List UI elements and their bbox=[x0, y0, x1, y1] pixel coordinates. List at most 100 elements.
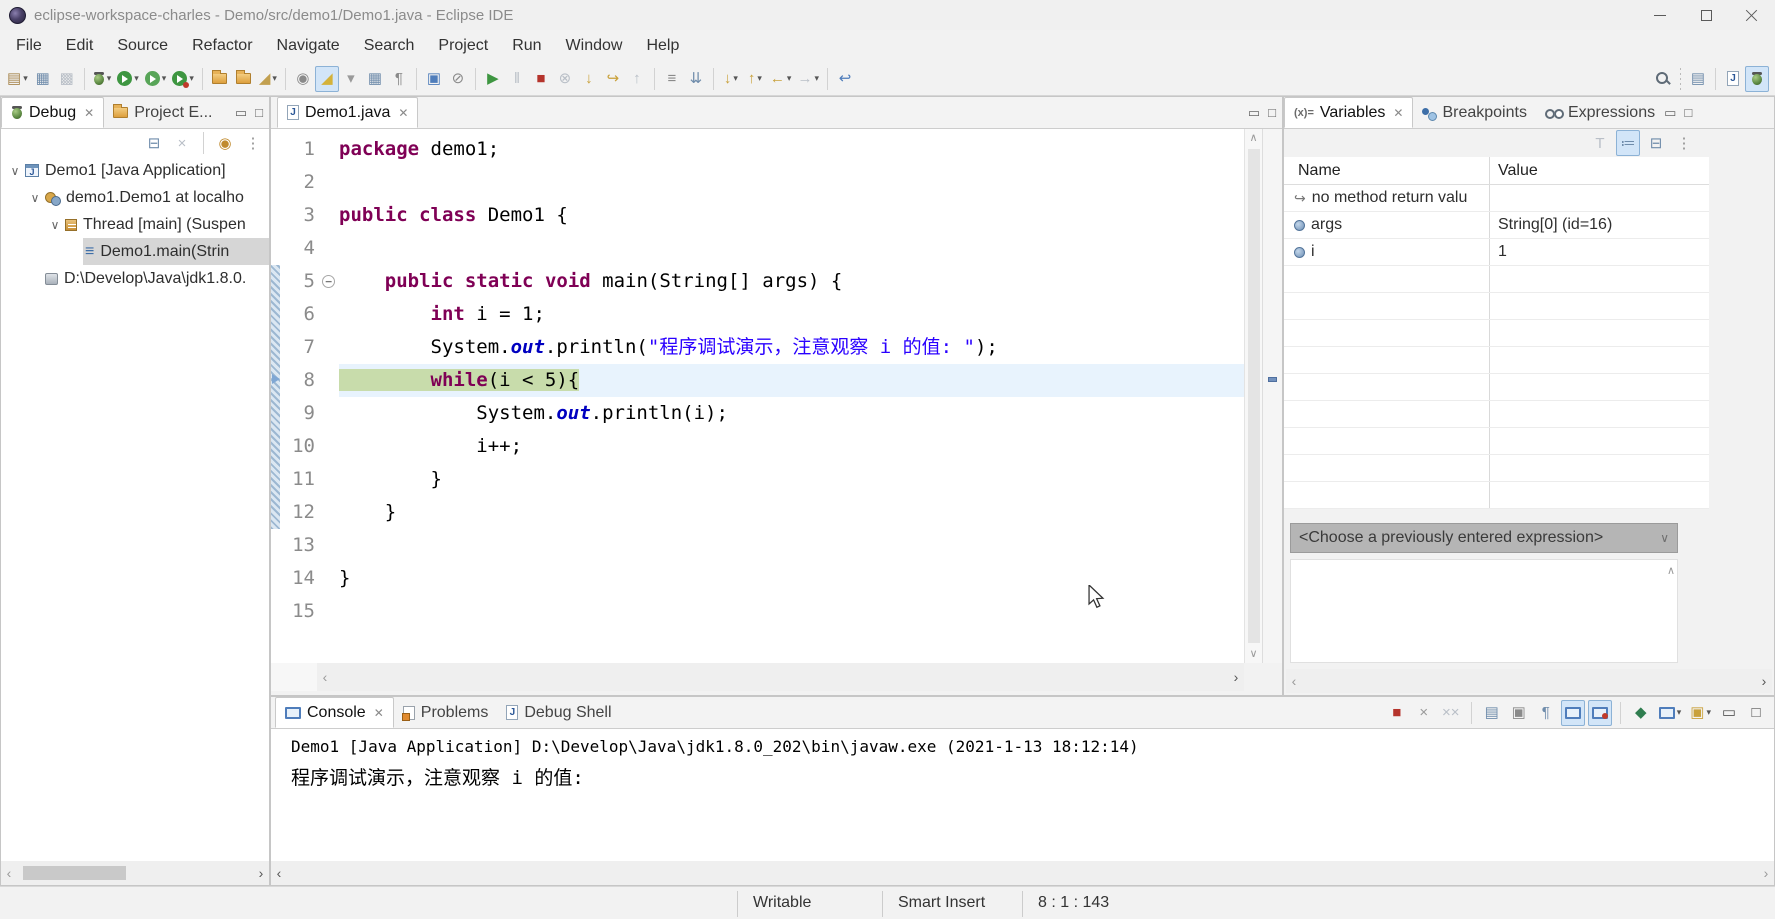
tab-close-icon[interactable]: ✕ bbox=[84, 106, 94, 120]
menu-search[interactable]: Search bbox=[352, 30, 427, 62]
variable-row[interactable] bbox=[1284, 320, 1709, 347]
toolbar-use-step-filters-button[interactable]: ⇊ bbox=[684, 66, 708, 92]
tree-item[interactable]: ∨demo1.Demo1 at localho bbox=[1, 184, 269, 211]
variables-view-view-menu-button[interactable]: ⋮ bbox=[1672, 130, 1696, 156]
dropdown-arrow-icon[interactable]: ▾ bbox=[107, 73, 112, 84]
tab-close-icon[interactable]: ✕ bbox=[398, 106, 408, 120]
toolbar-open-console-button[interactable]: ▣ bbox=[422, 66, 446, 92]
tab-debug-shell[interactable]: Debug Shell bbox=[497, 697, 620, 728]
dropdown-arrow-icon[interactable]: ▾ bbox=[134, 73, 139, 84]
variable-name-cell[interactable]: i bbox=[1284, 239, 1490, 265]
toolbar-forward-button[interactable]: →▾ bbox=[794, 66, 822, 92]
tree-item-body[interactable]: D:\Develop\Java\jdk1.8.0. bbox=[43, 265, 269, 292]
menu-navigate[interactable]: Navigate bbox=[265, 30, 352, 62]
toolbar-suspend-button[interactable]: ‖ bbox=[505, 66, 529, 92]
toolbar-open-perspective-button[interactable]: ▤ bbox=[1686, 66, 1710, 92]
fold-column[interactable] bbox=[321, 199, 339, 232]
toolbar-new-wizard-button[interactable]: ▤▾ bbox=[4, 66, 31, 92]
variable-value[interactable] bbox=[1490, 293, 1709, 319]
variable-detail-pane[interactable]: ∧ bbox=[1290, 559, 1678, 663]
tab-close-icon[interactable]: ✕ bbox=[374, 706, 384, 720]
toolbar-show-whitespace-button[interactable]: ¶ bbox=[387, 66, 411, 92]
line-number[interactable]: 11 bbox=[283, 463, 321, 496]
variables-view-show-logical-structures-button[interactable]: ≔ bbox=[1616, 130, 1640, 156]
scroll-left-icon[interactable]: ‹ bbox=[1, 861, 17, 885]
maximize-view-icon[interactable]: □ bbox=[1684, 106, 1692, 119]
scroll-right-icon[interactable]: › bbox=[1758, 861, 1774, 885]
console-clear-console-button[interactable]: ▤ bbox=[1480, 700, 1504, 726]
code-line-2[interactable]: 2 bbox=[283, 166, 1244, 199]
maximize-button[interactable] bbox=[1683, 0, 1729, 30]
column-header-value[interactable]: Value bbox=[1490, 157, 1709, 184]
dropdown-arrow-icon[interactable]: ▾ bbox=[1706, 707, 1711, 718]
code-line-7[interactable]: 7 System.out.println("程序调试演示，注意观察 i 的值: … bbox=[283, 331, 1244, 364]
toolbar-previous-annotation-button[interactable]: ↑▾ bbox=[743, 66, 767, 92]
fold-column[interactable] bbox=[321, 166, 339, 199]
expression-dropdown[interactable]: <Choose a previously entered expression>… bbox=[1290, 523, 1678, 553]
fold-column[interactable] bbox=[321, 595, 339, 628]
variable-value[interactable] bbox=[1490, 455, 1709, 481]
debug-horizontal-scrollbar[interactable]: ‹ › bbox=[1, 861, 269, 885]
line-number[interactable]: 4 bbox=[283, 232, 321, 265]
toolbar-new-table-button[interactable]: ▦ bbox=[363, 66, 387, 92]
code-line-10[interactable]: 10 i++; bbox=[283, 430, 1244, 463]
toolbar-next-annotation-button[interactable]: ↓▾ bbox=[719, 66, 743, 92]
toolbar-terminate-button[interactable]: ■ bbox=[529, 66, 553, 92]
tree-item[interactable]: D:\Develop\Java\jdk1.8.0. bbox=[1, 265, 269, 292]
fold-column[interactable] bbox=[321, 463, 339, 496]
menu-edit[interactable]: Edit bbox=[54, 30, 106, 62]
dropdown-arrow-icon[interactable]: ▾ bbox=[733, 73, 738, 84]
line-number[interactable]: 8 bbox=[283, 364, 321, 397]
dropdown-arrow-icon[interactable]: ▾ bbox=[189, 73, 194, 84]
code-line-1[interactable]: 1package demo1; bbox=[283, 133, 1244, 166]
fold-column[interactable] bbox=[321, 232, 339, 265]
menu-run[interactable]: Run bbox=[500, 30, 553, 62]
fold-column[interactable] bbox=[321, 364, 339, 397]
line-number[interactable]: 13 bbox=[283, 529, 321, 562]
code-line-12[interactable]: 12 } bbox=[283, 496, 1244, 529]
fold-column[interactable] bbox=[321, 133, 339, 166]
toolbar-run-button[interactable]: ▾ bbox=[114, 66, 142, 92]
console-terminate-console-button[interactable]: ■ bbox=[1385, 700, 1409, 726]
console-word-wrap-button[interactable]: ¶ bbox=[1534, 700, 1558, 726]
debug-view-debug-options-button[interactable]: ◉ bbox=[213, 130, 237, 156]
toolbar-last-edit-location-button[interactable]: ↩ bbox=[833, 66, 857, 92]
variables-horizontal-scrollbar[interactable]: ‹ › bbox=[1286, 669, 1772, 693]
console-show-on-stderr-button[interactable] bbox=[1588, 700, 1612, 726]
fold-column[interactable] bbox=[321, 529, 339, 562]
fold-column[interactable] bbox=[321, 397, 339, 430]
tree-expander-icon[interactable]: ∨ bbox=[27, 191, 43, 205]
line-number[interactable]: 10 bbox=[283, 430, 321, 463]
code-line-6[interactable]: 6 int i = 1; bbox=[283, 298, 1244, 331]
tab-project-explorer[interactable]: Project E... bbox=[104, 97, 221, 128]
tree-item-body[interactable]: demo1.Demo1 at localho bbox=[43, 184, 269, 211]
toolbar-mark-occurrences-button[interactable]: ◢ bbox=[315, 66, 339, 92]
toolbar-step-return-button[interactable]: ↑ bbox=[625, 66, 649, 92]
editor-horizontal-scrollbar[interactable]: ‹ › bbox=[271, 663, 1244, 691]
menu-project[interactable]: Project bbox=[426, 30, 500, 62]
toolbar-coverage-button[interactable]: ▾ bbox=[142, 66, 170, 92]
variables-view-show-type-names-button[interactable]: T bbox=[1588, 130, 1612, 156]
dropdown-arrow-icon[interactable]: ▾ bbox=[787, 73, 792, 84]
variable-value[interactable] bbox=[1490, 266, 1709, 292]
code-line-13[interactable]: 13 bbox=[283, 529, 1244, 562]
console-display-selected-console-button[interactable]: ▾ bbox=[1656, 700, 1685, 726]
maximize-view-icon[interactable]: □ bbox=[1268, 106, 1276, 119]
tab-console[interactable]: Console ✕ bbox=[275, 697, 394, 728]
fold-column[interactable] bbox=[321, 298, 339, 331]
tab-close-icon[interactable]: ✕ bbox=[1393, 106, 1403, 120]
variable-row[interactable] bbox=[1284, 266, 1709, 293]
scroll-left-icon[interactable]: ‹ bbox=[317, 665, 333, 689]
tab-debug[interactable]: Debug ✕ bbox=[1, 97, 104, 128]
close-button[interactable] bbox=[1729, 0, 1775, 30]
line-number[interactable]: 7 bbox=[283, 331, 321, 364]
debug-view-collapse-all-button[interactable]: ⊟ bbox=[142, 130, 166, 156]
variable-name-cell[interactable] bbox=[1284, 455, 1490, 481]
dropdown-arrow-icon[interactable]: ▾ bbox=[23, 73, 28, 84]
variable-row[interactable] bbox=[1284, 401, 1709, 428]
variable-row[interactable] bbox=[1284, 428, 1709, 455]
variable-row[interactable]: i1 bbox=[1284, 239, 1709, 266]
line-number[interactable]: 14 bbox=[283, 562, 321, 595]
toolbar-run-external-tools-button[interactable]: ▾ bbox=[169, 66, 197, 92]
code-line-14[interactable]: 14} bbox=[283, 562, 1244, 595]
